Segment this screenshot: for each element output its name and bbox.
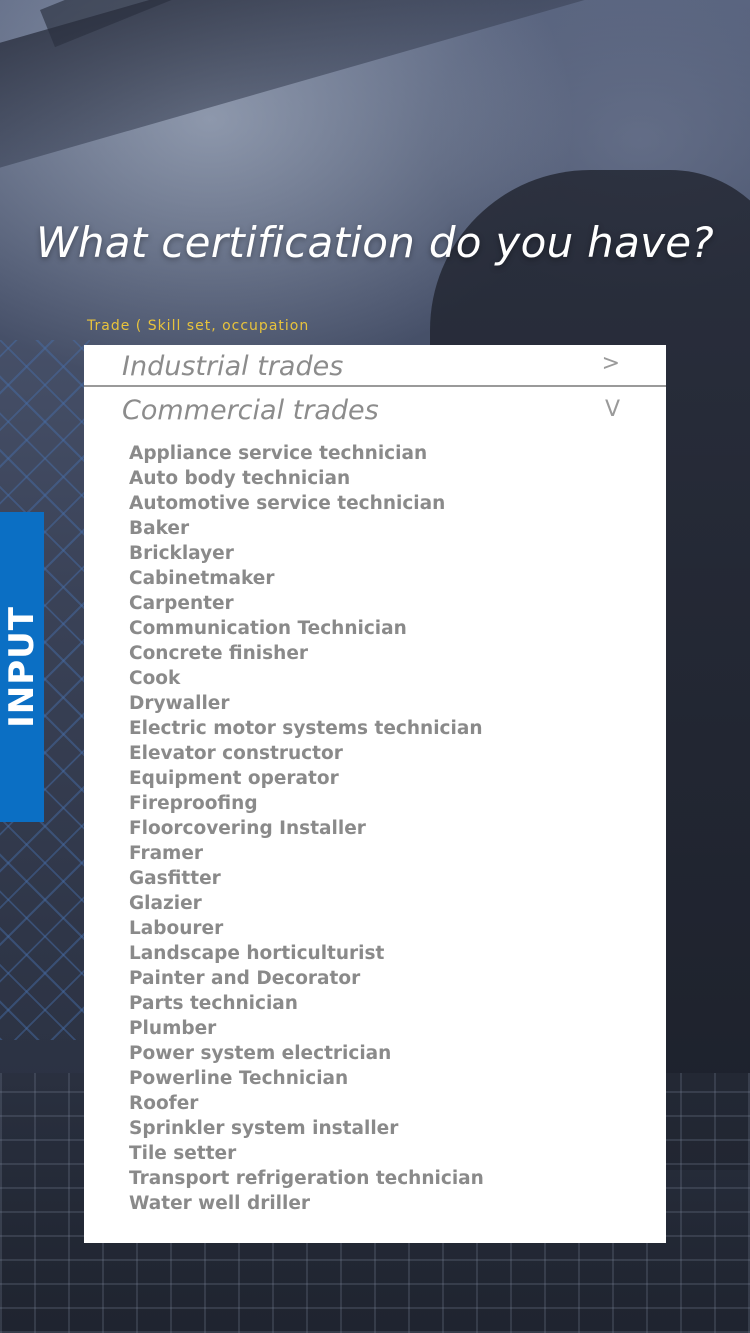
list-item[interactable]: Framer [129, 841, 484, 866]
chevron-right-icon[interactable]: > [602, 351, 620, 376]
list-item[interactable]: Elevator constructor [129, 741, 484, 766]
list-item[interactable]: Concrete finisher [129, 641, 484, 666]
input-side-tab[interactable]: INPUT [0, 512, 44, 822]
list-item[interactable]: Floorcovering Installer [129, 816, 484, 841]
trade-field-label: Trade ( Skill set, occupation [87, 318, 310, 334]
list-item[interactable]: Plumber [129, 1016, 484, 1041]
page-title: What certification do you have? [36, 218, 714, 267]
accordion-title: Commercial trades [122, 395, 379, 426]
list-item[interactable]: Water well driller [129, 1191, 484, 1216]
accordion-commercial-trades[interactable]: Commercial trades V [84, 387, 666, 429]
list-item[interactable]: Electric motor systems technician [129, 716, 484, 741]
trade-selector-panel: Industrial trades > Commercial trades V … [84, 345, 666, 1243]
list-item[interactable]: Roofer [129, 1091, 484, 1116]
list-item[interactable]: Cabinetmaker [129, 566, 484, 591]
list-item[interactable]: Parts technician [129, 991, 484, 1016]
list-item[interactable]: Tile setter [129, 1141, 484, 1166]
list-item[interactable]: Bricklayer [129, 541, 484, 566]
chevron-down-icon[interactable]: V [605, 397, 620, 422]
rebar-beam-shape [0, 0, 704, 176]
list-item[interactable]: Communication Technician [129, 616, 484, 641]
list-item[interactable]: Baker [129, 516, 484, 541]
list-item[interactable]: Painter and Decorator [129, 966, 484, 991]
list-item[interactable]: Powerline Technician [129, 1066, 484, 1091]
commercial-trades-list: Appliance service technician Auto body te… [129, 441, 484, 1216]
input-side-tab-label: INPUT [2, 606, 42, 728]
accordion-industrial-trades[interactable]: Industrial trades > [84, 345, 666, 387]
list-item[interactable]: Equipment operator [129, 766, 484, 791]
list-item[interactable]: Gasfitter [129, 866, 484, 891]
list-item[interactable]: Fireproofing [129, 791, 484, 816]
list-item[interactable]: Landscape horticulturist [129, 941, 484, 966]
list-item[interactable]: Drywaller [129, 691, 484, 716]
list-item[interactable]: Automotive service technician [129, 491, 484, 516]
list-item[interactable]: Glazier [129, 891, 484, 916]
list-item[interactable]: Carpenter [129, 591, 484, 616]
list-item[interactable]: Sprinkler system installer [129, 1116, 484, 1141]
list-item[interactable]: Appliance service technician [129, 441, 484, 466]
list-item[interactable]: Power system electrician [129, 1041, 484, 1066]
accordion-title: Industrial trades [122, 351, 344, 382]
list-item[interactable]: Transport refrigeration technician [129, 1166, 484, 1191]
list-item[interactable]: Labourer [129, 916, 484, 941]
list-item[interactable]: Cook [129, 666, 484, 691]
list-item[interactable]: Auto body technician [129, 466, 484, 491]
